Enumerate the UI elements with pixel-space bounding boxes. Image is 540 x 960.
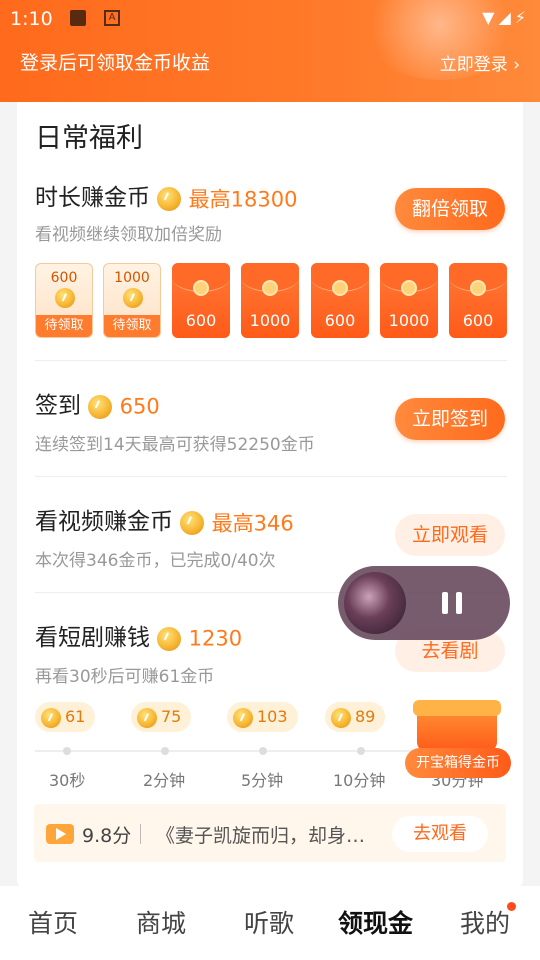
drama-recommend-title: 《妻子凯旋而归，却身… [156,825,366,847]
envelope-seal-icon [193,280,209,296]
coin-icon [123,288,143,308]
status-bar: 1:10 A ▼◢⚡ [0,0,540,36]
video-title: 看视频赚金币 [35,509,173,535]
drama-coins: 1230 [188,626,243,651]
milestone-pill: 75 [131,702,192,732]
drama-title: 看短剧赚钱 [35,625,150,651]
drama-score: 9.8分 [82,825,132,847]
timeline-tick [357,747,365,755]
milestone-coins: 61 [65,707,86,726]
drama-title-row: 看短剧赚钱 1230 [35,618,242,652]
divider [35,360,507,361]
watch-now-button[interactable]: 立即观看 [395,514,505,556]
checkin-desc: 连续签到14天最高可获得52250金币 [35,435,315,455]
duration-title: 时长赚金币 [35,185,150,211]
chest-label: 开宝箱得金币 [405,748,511,778]
milestone-pill: 89 [325,702,386,732]
coin-icon [157,186,182,211]
coin-icon [41,707,61,728]
tab-mall[interactable]: 商城 [136,904,186,940]
divider [35,476,507,477]
envelope-amount: 600 [185,311,217,330]
coin-icon [157,626,182,651]
status-time: 1:10 [10,8,53,30]
checkin-title: 签到 [35,393,81,419]
duration-title-row: 时长赚金币 最高18300 [35,178,297,214]
red-envelope[interactable]: 600 [311,263,369,338]
red-envelope[interactable]: 600 [172,263,230,338]
milestone-time: 5分钟 [241,771,284,790]
login-button[interactable]: 立即登录 › [440,50,520,75]
envelope-seal-icon [401,280,417,296]
checkin-coins: 650 [119,394,160,419]
envelope-amount: 1000 [388,311,430,330]
milestone-coins: 89 [355,707,376,726]
tab-home[interactable]: 首页 [28,904,78,940]
app-notification-icon: A [104,10,120,26]
treasure-chest[interactable]: 开宝箱得金币 [405,700,511,780]
envelope-seal-icon [470,280,486,296]
milestone-coins: 75 [161,707,182,726]
envelope-state: 待领取 [104,315,160,337]
coin-icon [137,707,157,728]
double-claim-button[interactable]: 翻倍领取 [395,188,505,230]
timeline-tick [63,747,71,755]
section-title: 日常福利 [35,123,143,154]
envelope-seal-icon [262,280,278,296]
tab-cash[interactable]: 领现金 [338,904,413,940]
video-title-row: 看视频赚金币 最高346 [35,502,294,538]
chest-lid [413,700,501,716]
milestone-coins: 103 [257,707,288,726]
checkin-title-row: 签到 650 [35,386,160,420]
envelope-amount: 600 [50,270,78,286]
status-icons: ▼◢⚡ [482,8,530,27]
envelope-amount: 600 [324,311,356,330]
coin-icon [180,510,205,535]
floating-audio-player[interactable] [338,566,510,640]
go-watch-button[interactable]: 去观看 [392,816,488,852]
drama-desc: 再看30秒后可赚61金币 [35,667,215,687]
timeline-tick [161,747,169,755]
timeline-tick [259,747,267,755]
album-disc [344,572,406,634]
envelope-claim[interactable]: 600 待领取 [35,263,93,338]
envelope-seal-icon [332,280,348,296]
milestone-time: 2分钟 [143,771,186,790]
duration-desc: 看视频继续领取加倍奖励 [35,225,222,245]
red-envelope[interactable]: 1000 [241,263,299,338]
login-prompt: 登录后可领取金币收益 [20,52,211,74]
tab-music[interactable]: 听歌 [244,904,294,940]
red-envelope[interactable]: 600 [449,263,507,338]
notification-dot-icon [507,902,517,911]
envelope-amount: 1000 [249,311,291,330]
play-icon [46,824,74,844]
checkin-button[interactable]: 立即签到 [395,398,505,440]
envelope-amount: 1000 [114,270,150,286]
tab-me-label: 我的 [460,909,511,938]
envelope-state: 待领取 [36,315,92,337]
notification-icon [70,10,86,26]
duration-max: 最高18300 [188,187,298,212]
tab-me[interactable]: 我的 [460,902,517,940]
bottom-tab-bar: 首页 商城 听歌 领现金 我的 [0,886,540,960]
envelope-amount: 600 [462,311,494,330]
pause-icon[interactable] [442,592,462,614]
separator [140,824,141,844]
coin-icon [331,707,351,728]
milestone-pill: 61 [35,702,96,732]
drama-recommend: 9.8分 《妻子凯旋而归，却身… 去观看 [34,804,506,862]
envelope-claim[interactable]: 1000 待领取 [103,263,161,338]
video-max: 最高346 [211,511,294,536]
milestone-time: 10分钟 [333,771,386,790]
milestone-time: 30秒 [49,771,86,790]
video-desc: 本次得346金币，已完成0/40次 [35,551,276,571]
coin-icon [233,707,253,728]
coin-icon [88,394,113,419]
milestone-pill: 103 [227,702,298,732]
coin-icon [55,288,75,308]
header-banner: 1:10 A ▼◢⚡ 登录后可领取金币收益 立即登录 › [0,0,540,102]
red-envelope[interactable]: 1000 [380,263,438,338]
